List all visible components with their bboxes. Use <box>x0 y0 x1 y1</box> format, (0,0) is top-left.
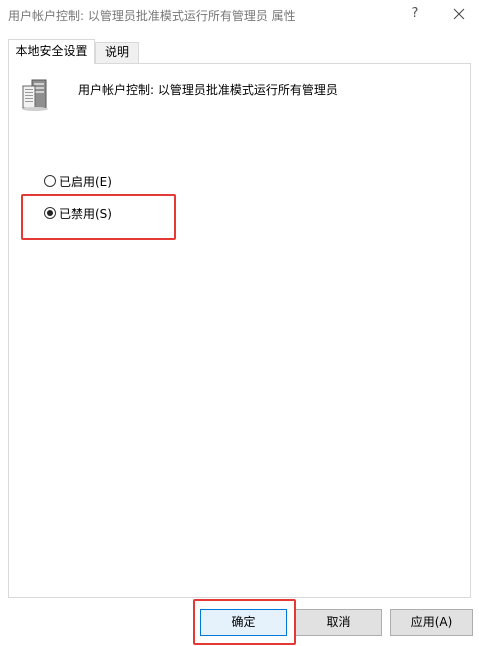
apply-button[interactable]: 应用(A) <box>390 609 473 636</box>
help-button[interactable]: ? <box>405 4 425 24</box>
radio-enabled[interactable] <box>44 175 56 187</box>
radio-enabled-label: 已启用(E) <box>59 174 112 189</box>
radio-enabled-option[interactable]: 已启用(E) <box>44 172 112 190</box>
policy-name: 用户帐户控制: 以管理员批准模式运行所有管理员 <box>78 83 338 97</box>
highlight-box-disabled-option <box>21 194 176 240</box>
tab-local-security-setting[interactable]: 本地安全设置 <box>8 39 95 64</box>
title-bar: 用户帐户控制: 以管理员批准模式运行所有管理员 属性 ? <box>0 0 479 30</box>
server-policy-icon <box>20 78 50 112</box>
close-icon <box>453 8 465 20</box>
close-button[interactable] <box>448 4 470 24</box>
cancel-button[interactable]: 取消 <box>295 609 382 636</box>
tab-explain[interactable]: 说明 <box>95 42 139 63</box>
window-title: 用户帐户控制: 以管理员批准模式运行所有管理员 属性 <box>8 9 296 23</box>
highlight-box-ok-button <box>193 599 296 645</box>
settings-panel <box>8 63 471 598</box>
